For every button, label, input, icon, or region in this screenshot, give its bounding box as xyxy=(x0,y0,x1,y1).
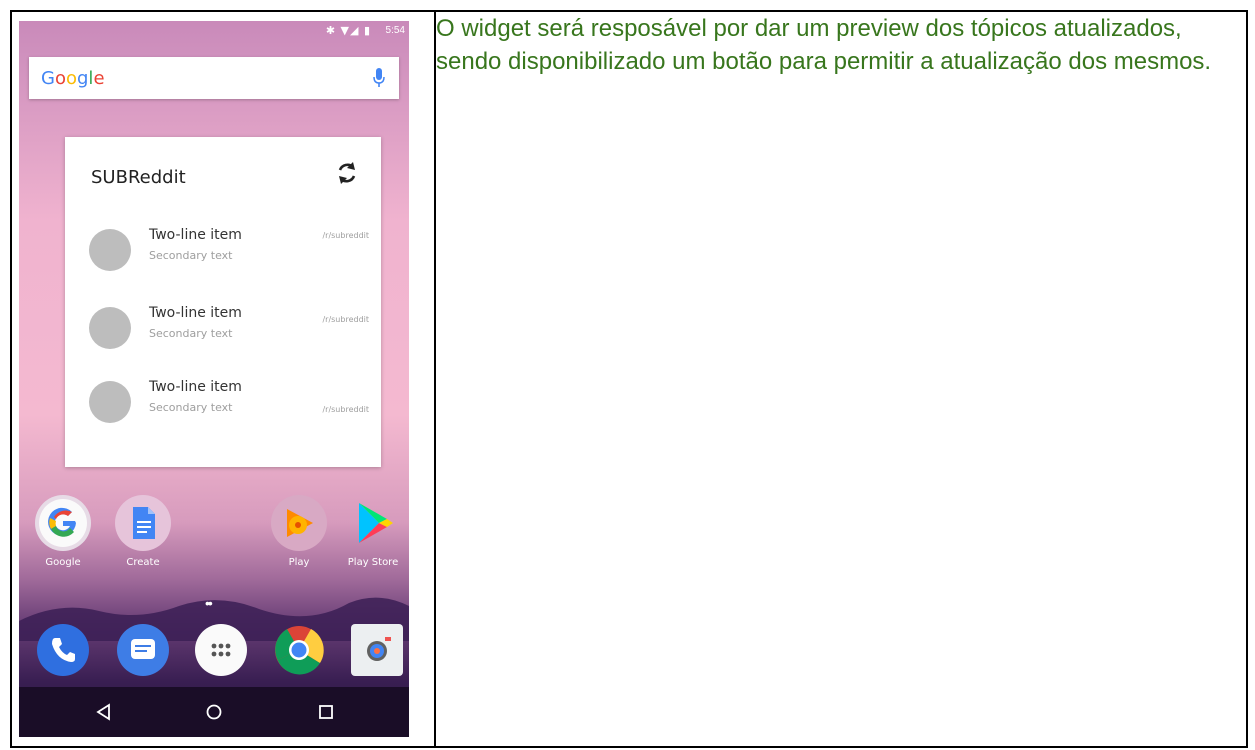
play-store-app-icon xyxy=(345,495,401,551)
recents-icon[interactable] xyxy=(315,701,337,723)
item-title: Two-line item xyxy=(149,305,242,321)
refresh-icon[interactable] xyxy=(333,159,361,187)
table-column-divider xyxy=(434,12,436,746)
list-item[interactable]: Two-line item Secondary text /r/subreddi… xyxy=(89,305,369,355)
app-play-store[interactable]: Play Store xyxy=(341,495,405,568)
app-label: Play Store xyxy=(347,557,399,568)
item-subreddit-tag: /r/subreddit xyxy=(322,231,369,240)
app-play[interactable]: Play xyxy=(267,495,331,568)
avatar xyxy=(89,229,131,271)
messages-app-icon[interactable] xyxy=(117,624,169,676)
app-label: Play xyxy=(288,557,310,568)
app-google[interactable]: Google xyxy=(31,495,95,568)
message-icon xyxy=(131,639,155,659)
avatar xyxy=(89,381,131,423)
app-create[interactable]: Create xyxy=(111,495,175,568)
widget-title: SUBReddit xyxy=(91,167,186,188)
status-time: 5:54 xyxy=(385,25,405,36)
list-item[interactable]: Two-line item Secondary text /r/subreddi… xyxy=(89,227,369,277)
mic-icon[interactable] xyxy=(373,67,385,89)
widget-description: O widget será resposável por dar um prev… xyxy=(436,15,1212,75)
play-music-app-icon xyxy=(271,495,327,551)
item-secondary-text: Secondary text xyxy=(149,249,233,262)
play-music-icon xyxy=(287,509,313,537)
phone-screen: ✱ ▼◢ ▮ 5:54 Google SUBReddit Two-line it… xyxy=(19,21,409,737)
page-indicator: •• xyxy=(205,595,213,611)
docs-icon xyxy=(133,507,155,539)
app-drawer-button[interactable] xyxy=(195,624,247,676)
item-subreddit-tag: /r/subreddit xyxy=(322,405,369,414)
app-label: Create xyxy=(126,557,160,568)
camera-icon xyxy=(359,634,395,666)
subreddit-widget: SUBReddit Two-line item Secondary text /… xyxy=(65,137,381,467)
item-secondary-text: Secondary text xyxy=(149,401,233,414)
avatar xyxy=(89,307,131,349)
list-item[interactable]: Two-line item Secondary text /r/subreddi… xyxy=(89,379,369,429)
google-g-icon xyxy=(39,499,87,547)
phone-app-icon[interactable] xyxy=(37,624,89,676)
google-logo-text: Google xyxy=(41,68,105,89)
item-subreddit-tag: /r/subreddit xyxy=(322,315,369,324)
back-icon[interactable] xyxy=(93,701,115,723)
create-app-icon xyxy=(115,495,171,551)
home-icon[interactable] xyxy=(203,701,225,723)
chrome-icon xyxy=(275,626,324,675)
google-app-icon xyxy=(35,495,91,551)
status-icons: ✱ ▼◢ ▮ xyxy=(325,24,371,37)
phone-icon xyxy=(52,638,75,662)
chrome-app-icon[interactable] xyxy=(273,624,325,676)
google-logo: Google xyxy=(41,68,105,89)
item-secondary-text: Secondary text xyxy=(149,327,233,340)
play-store-icon xyxy=(359,503,393,543)
google-search-bar[interactable]: Google xyxy=(29,57,399,99)
app-label: Google xyxy=(45,557,81,568)
app-drawer-icon xyxy=(211,643,231,657)
item-title: Two-line item xyxy=(149,379,242,395)
status-bar: ✱ ▼◢ ▮ 5:54 xyxy=(19,21,409,43)
camera-app-icon[interactable] xyxy=(351,624,403,676)
item-title: Two-line item xyxy=(149,227,242,243)
navigation-bar xyxy=(19,687,409,737)
